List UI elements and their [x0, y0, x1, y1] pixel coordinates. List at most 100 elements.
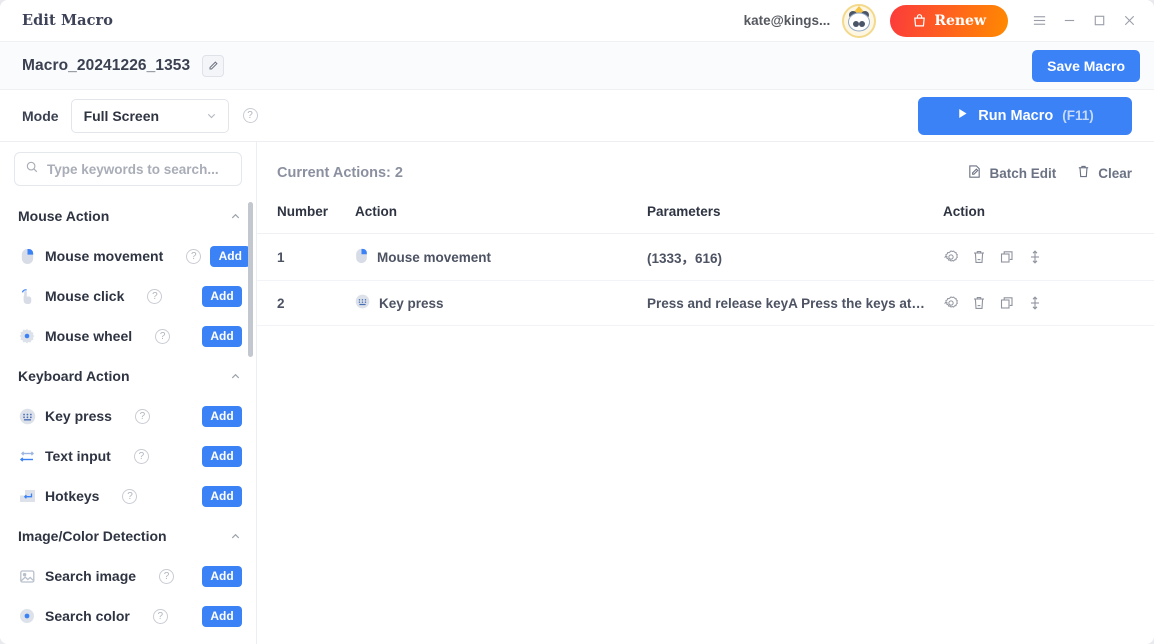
library-item-label: Hotkeys [45, 488, 100, 504]
mode-select-value: Full Screen [83, 107, 160, 124]
delete-icon[interactable] [971, 295, 987, 311]
library-item-key-press[interactable]: Key press ? Add [18, 396, 242, 436]
library-item-mouse-wheel[interactable]: Mouse wheel ? Add [18, 316, 242, 356]
account-email[interactable]: kate@kings... [744, 13, 831, 28]
bag-icon [912, 13, 927, 28]
library-item-label: Search image [45, 568, 137, 584]
row-action: Mouse movement [355, 233, 647, 281]
hand-click-icon [18, 287, 36, 305]
help-icon[interactable]: ? [122, 488, 138, 504]
library-item-hotkeys[interactable]: Hotkeys ? Add [18, 476, 242, 516]
renew-label: Renew [934, 12, 986, 29]
library-item-mouse-movement[interactable]: Mouse movement ? Add [18, 236, 251, 276]
search-wrap [0, 152, 256, 196]
help-icon[interactable]: ? [155, 328, 171, 344]
duplicate-icon[interactable] [999, 249, 1015, 265]
help-icon[interactable]: ? [134, 408, 150, 424]
renew-button[interactable]: Renew [890, 4, 1008, 37]
maximize-icon[interactable] [1084, 6, 1114, 36]
help-icon[interactable]: ? [152, 608, 168, 624]
library-item-label: Mouse movement [45, 248, 164, 264]
row-operations [943, 233, 1154, 281]
avatar[interactable] [842, 3, 877, 38]
mode-select[interactable]: Full Screen [70, 98, 229, 133]
column-header-parameters: Parameters [647, 196, 943, 234]
enter-key-icon [18, 487, 36, 505]
table-header-row: Number Action Parameters Action [257, 196, 1154, 234]
search-box[interactable] [14, 152, 242, 186]
mouse-wheel-icon [18, 327, 36, 345]
duplicate-icon[interactable] [999, 295, 1015, 311]
batch-edit-label: Batch Edit [989, 165, 1057, 181]
close-icon[interactable] [1114, 6, 1144, 36]
add-button[interactable]: Add [202, 565, 242, 587]
title-bar: Edit Macro kate@kings... Renew [0, 0, 1154, 42]
add-button[interactable]: Add [202, 405, 242, 427]
pencil-icon[interactable] [202, 54, 225, 77]
row-action-label: Mouse movement [377, 249, 492, 265]
table-row[interactable]: 1 Mouse movement (1333，616) [257, 233, 1154, 281]
section-title: Mouse Action [18, 208, 110, 224]
row-action-label: Key press [379, 295, 444, 311]
section-title: Keyboard Action [18, 368, 130, 384]
add-button[interactable]: Add [202, 285, 242, 307]
row-number: 2 [257, 280, 355, 326]
column-header-number: Number [257, 196, 355, 234]
chevron-up-icon [229, 210, 242, 223]
chevron-up-icon [229, 370, 242, 383]
help-icon[interactable]: ? [159, 568, 175, 584]
mouse-icon [355, 248, 368, 267]
help-icon[interactable]: ? [133, 448, 149, 464]
add-button[interactable]: Add [202, 485, 242, 507]
row-operations [943, 280, 1154, 326]
settings-icon[interactable] [943, 295, 959, 311]
table-row[interactable]: 2 Key press Press and release keyA Press… [257, 280, 1154, 326]
add-button[interactable]: Add [210, 245, 251, 267]
section-header-image-color-detection[interactable]: Image/Color Detection [18, 516, 242, 556]
chevron-down-icon [205, 109, 218, 122]
delete-icon[interactable] [971, 249, 987, 265]
library-item-mouse-click[interactable]: Mouse click ? Add [18, 276, 242, 316]
help-icon[interactable]: ? [186, 248, 202, 264]
action-library-sidebar: Mouse Action Mouse movement ? Add [0, 142, 257, 644]
library-item-label: Key press [45, 408, 112, 424]
section-header-mouse-action[interactable]: Mouse Action [18, 196, 242, 236]
batch-edit-button[interactable]: Batch Edit [967, 164, 1056, 182]
settings-icon[interactable] [943, 249, 959, 265]
library-item-label: Mouse click [45, 288, 125, 304]
run-macro-shortcut: (F11) [1062, 108, 1094, 123]
run-macro-button[interactable]: Run Macro (F11) [918, 96, 1132, 135]
add-button[interactable]: Add [202, 605, 242, 627]
mouse-icon [18, 247, 36, 265]
mode-help-icon[interactable]: ? [242, 108, 258, 123]
library-item-search-image[interactable]: Search image ? Add [18, 556, 242, 596]
sidebar-scroll-area: Mouse Action Mouse movement ? Add Mouse … [0, 196, 256, 644]
clear-label: Clear [1098, 165, 1132, 181]
library-item-text-input[interactable]: Text input ? Add [18, 436, 242, 476]
actions-table: Number Action Parameters Action 1 Mouse … [257, 196, 1154, 326]
minimize-icon[interactable] [1054, 6, 1084, 36]
edit-macro-window: Edit Macro kate@kings... Renew Macro_202… [0, 0, 1154, 644]
move-icon[interactable] [1027, 295, 1043, 311]
row-action: Key press [355, 280, 647, 326]
trash-icon [1076, 164, 1091, 182]
help-icon[interactable]: ? [147, 288, 163, 304]
keyboard-icon [355, 294, 370, 312]
move-icon[interactable] [1027, 249, 1043, 265]
add-button[interactable]: Add [202, 445, 242, 467]
column-header-operations: Action [943, 196, 1154, 234]
chevron-up-icon [229, 530, 242, 543]
actions-table-head: Number Action Parameters Action [257, 196, 1154, 234]
search-input[interactable] [47, 161, 231, 177]
menu-icon[interactable] [1024, 6, 1054, 36]
clear-button[interactable]: Clear [1076, 164, 1132, 182]
library-item-search-color[interactable]: Search color ? Add [18, 596, 242, 636]
batch-edit-icon [967, 164, 982, 182]
app-title: Edit Macro [22, 12, 114, 29]
save-macro-button[interactable]: Save Macro [1032, 49, 1140, 82]
mode-label: Mode [22, 107, 59, 124]
sidebar-scrollbar[interactable] [248, 202, 253, 357]
section-header-keyboard-action[interactable]: Keyboard Action [18, 356, 242, 396]
actions-panel-header: Current Actions: 2 Batch Edit Clear [257, 150, 1154, 196]
add-button[interactable]: Add [202, 325, 242, 347]
